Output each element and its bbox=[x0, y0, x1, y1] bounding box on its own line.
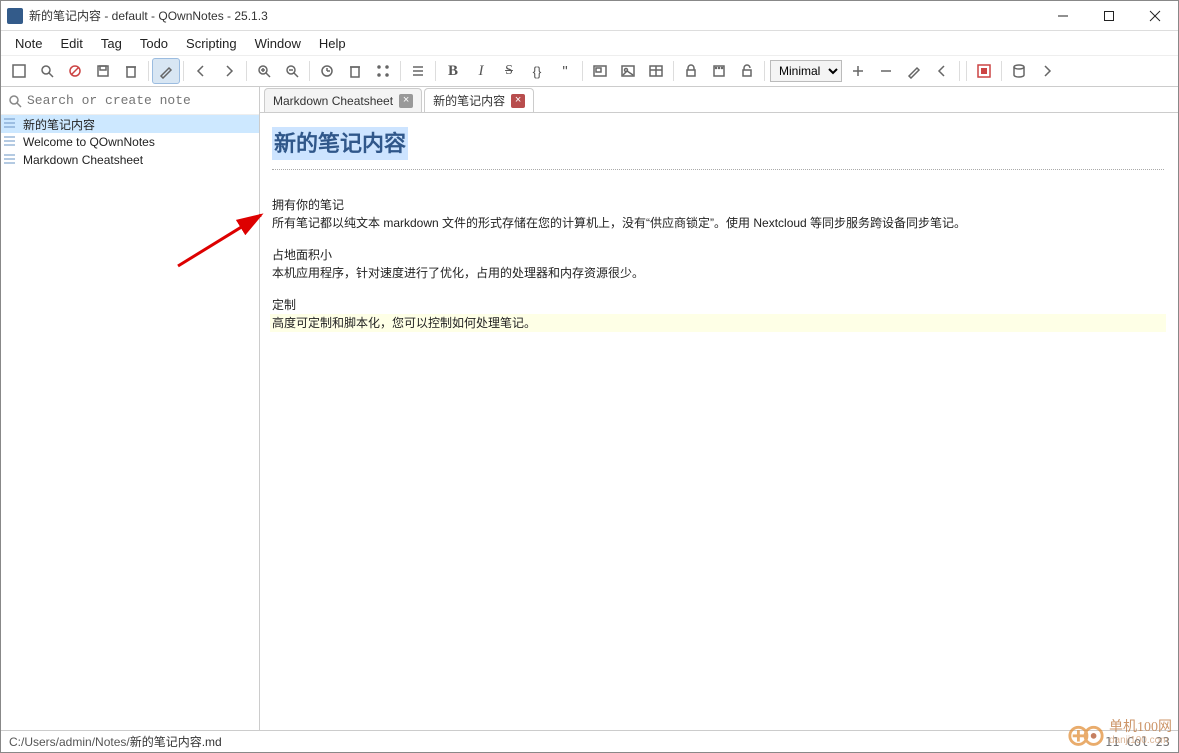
disable-button[interactable] bbox=[61, 58, 89, 84]
note-item-label: Markdown Cheatsheet bbox=[23, 153, 143, 167]
time-button[interactable] bbox=[313, 58, 341, 84]
window-controls bbox=[1040, 1, 1178, 30]
menu-scripting[interactable]: Scripting bbox=[178, 34, 245, 53]
code-button[interactable]: {} bbox=[523, 58, 551, 84]
new-note-button[interactable] bbox=[5, 58, 33, 84]
add-workspace-button[interactable] bbox=[844, 58, 872, 84]
note-icon bbox=[3, 135, 19, 149]
doc-subtitle-1: 拥有你的笔记 bbox=[272, 196, 1164, 214]
document-content: 新的笔记内容 拥有你的笔记 所有笔记都以纯文本 markdown 文件的形式存储… bbox=[272, 127, 1164, 332]
note-item[interactable]: Markdown Cheatsheet bbox=[1, 151, 259, 169]
editor-panel: Markdown Cheatsheet × 新的笔记内容 × 新的笔记内容 拥有… bbox=[260, 87, 1178, 730]
note-item-label: Welcome to QOwnNotes bbox=[23, 135, 155, 149]
note-item[interactable]: Welcome to QOwnNotes bbox=[1, 133, 259, 151]
body-area: 新的笔记内容 Welcome to QOwnNotes Markdown Che… bbox=[1, 87, 1178, 730]
forward-button[interactable] bbox=[215, 58, 243, 84]
back-button[interactable] bbox=[187, 58, 215, 84]
doc-paragraph-3: 高度可定制和脚本化，您可以控制如何处理笔记。 bbox=[270, 314, 1166, 332]
search-row bbox=[1, 87, 259, 115]
italic-button[interactable]: I bbox=[467, 58, 495, 84]
list-button[interactable] bbox=[404, 58, 432, 84]
editor[interactable]: 新的笔记内容 拥有你的笔记 所有笔记都以纯文本 markdown 文件的形式存储… bbox=[260, 113, 1178, 730]
status-path-prefix: C:/Users/admin/Notes/ bbox=[9, 735, 130, 749]
menu-help[interactable]: Help bbox=[311, 34, 354, 53]
doc-subtitle-3: 定制 bbox=[272, 296, 1164, 314]
trash-button[interactable] bbox=[341, 58, 369, 84]
menu-edit[interactable]: Edit bbox=[52, 34, 90, 53]
note-icon bbox=[3, 117, 19, 131]
status-cursor-position: 11 Col 23 bbox=[1105, 735, 1170, 749]
tab-markdown-cheatsheet[interactable]: Markdown Cheatsheet × bbox=[264, 88, 422, 112]
doc-heading: 新的笔记内容 bbox=[272, 127, 408, 160]
tab-label: Markdown Cheatsheet bbox=[273, 94, 393, 108]
note-icon bbox=[3, 153, 19, 167]
menu-note[interactable]: Note bbox=[7, 34, 50, 53]
workspace-select[interactable]: Minimal bbox=[770, 60, 842, 82]
edit-mode-button[interactable] bbox=[152, 58, 180, 84]
titlebar: 新的笔记内容 - default - QOwnNotes - 25.1.3 bbox=[1, 1, 1178, 31]
zoom-in-button[interactable] bbox=[250, 58, 278, 84]
note-list[interactable]: 新的笔记内容 Welcome to QOwnNotes Markdown Che… bbox=[1, 115, 259, 730]
lock-button[interactable] bbox=[677, 58, 705, 84]
encrypt-button[interactable] bbox=[705, 58, 733, 84]
statusbar: C:/Users/admin/Notes/新的笔记内容.md 11 Col 23 bbox=[1, 730, 1178, 752]
sidebar: 新的笔记内容 Welcome to QOwnNotes Markdown Che… bbox=[1, 87, 260, 730]
rename-workspace-button[interactable] bbox=[900, 58, 928, 84]
maximize-button[interactable] bbox=[1086, 1, 1132, 30]
doc-paragraph-2: 本机应用程序，针对速度进行了优化，占用的处理器和内存资源很少。 bbox=[272, 264, 1164, 282]
close-icon[interactable]: × bbox=[399, 94, 413, 108]
insert-table-button[interactable] bbox=[642, 58, 670, 84]
tab-label: 新的笔记内容 bbox=[433, 92, 505, 109]
search-input[interactable] bbox=[27, 93, 253, 108]
window-title: 新的笔记内容 - default - QOwnNotes - 25.1.3 bbox=[29, 7, 1040, 24]
insert-image-button[interactable] bbox=[614, 58, 642, 84]
save-button[interactable] bbox=[89, 58, 117, 84]
menu-window[interactable]: Window bbox=[247, 34, 309, 53]
unlock-button[interactable] bbox=[733, 58, 761, 84]
panel-toggle-button[interactable] bbox=[970, 58, 998, 84]
more-button[interactable] bbox=[1033, 58, 1061, 84]
menubar: Note Edit Tag Todo Scripting Window Help bbox=[1, 31, 1178, 55]
toolbar: B I S {} " Minimal bbox=[1, 55, 1178, 87]
distraction-free-button[interactable] bbox=[369, 58, 397, 84]
menu-todo[interactable]: Todo bbox=[132, 34, 176, 53]
database-button[interactable] bbox=[1005, 58, 1033, 84]
close-button[interactable] bbox=[1132, 1, 1178, 30]
blockquote-button[interactable]: " bbox=[551, 58, 579, 84]
bold-button[interactable]: B bbox=[439, 58, 467, 84]
doc-subtitle-2: 占地面积小 bbox=[272, 246, 1164, 264]
note-item-label: 新的笔记内容 bbox=[23, 116, 95, 133]
workspace-menu-button[interactable] bbox=[928, 58, 956, 84]
remove-workspace-button[interactable] bbox=[872, 58, 900, 84]
doc-paragraph-1: 所有笔记都以纯文本 markdown 文件的形式存储在您的计算机上，没有“供应商… bbox=[272, 214, 1164, 232]
minimize-button[interactable] bbox=[1040, 1, 1086, 30]
zoom-out-button[interactable] bbox=[278, 58, 306, 84]
menu-tag[interactable]: Tag bbox=[93, 34, 130, 53]
heading-underline bbox=[272, 162, 1164, 170]
tab-current-note[interactable]: 新的笔记内容 × bbox=[424, 88, 534, 112]
search-button[interactable] bbox=[33, 58, 61, 84]
strike-button[interactable]: S bbox=[495, 58, 523, 84]
tabs: Markdown Cheatsheet × 新的笔记内容 × bbox=[260, 87, 1178, 113]
note-item[interactable]: 新的笔记内容 bbox=[1, 115, 259, 133]
close-icon[interactable]: × bbox=[511, 94, 525, 108]
status-path-file: 新的笔记内容.md bbox=[130, 733, 222, 750]
app-icon bbox=[7, 8, 23, 24]
delete-button[interactable] bbox=[117, 58, 145, 84]
insert-link-button[interactable] bbox=[586, 58, 614, 84]
